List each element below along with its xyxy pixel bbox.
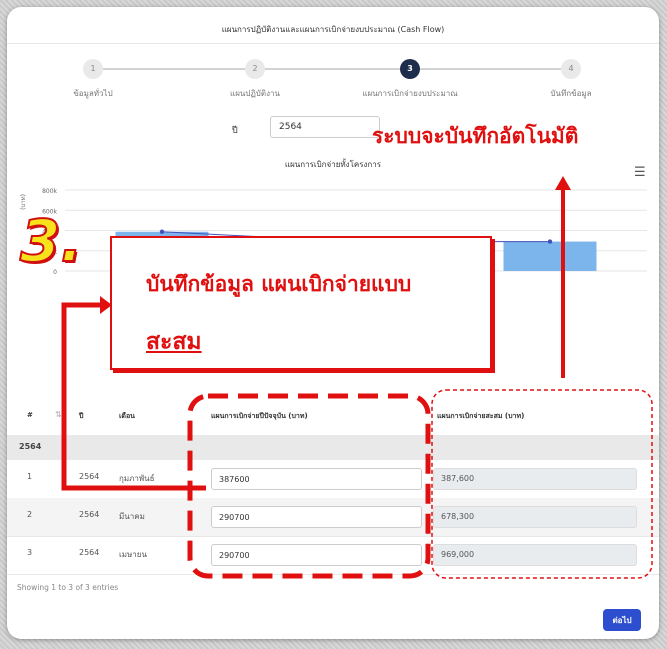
next-button[interactable]: ต่อไป xyxy=(603,609,641,631)
cumulative-amount: 387,600 xyxy=(433,468,637,490)
col-index-header[interactable]: # xyxy=(27,411,33,419)
row-index: 3 xyxy=(27,548,33,557)
col-year-header[interactable]: ปี xyxy=(79,411,83,422)
row-month: เมษายน xyxy=(119,550,147,559)
step-1-circle[interactable]: 1 xyxy=(83,59,103,79)
group-label: 2564 xyxy=(19,442,42,451)
col-month-header[interactable]: เดือน xyxy=(119,411,135,422)
year-label: ปี xyxy=(232,126,238,136)
current-amount-input[interactable] xyxy=(211,544,422,566)
modal-title: แผนการปฏิบัติงานและแผนการเบิกจ่ายงบประมา… xyxy=(221,25,445,34)
row-year: 2564 xyxy=(79,510,100,519)
stepper-track xyxy=(102,68,565,70)
step-number-badge: 3. xyxy=(19,207,83,275)
table-row: 3 2564 เมษายน 969,000 xyxy=(7,536,659,575)
step-1-label: ข้อมูลทั่วไป xyxy=(73,89,113,98)
sort-icon[interactable]: ⇅ xyxy=(55,410,62,419)
callout-line-2: สะสม xyxy=(146,329,202,355)
callout-box: บันทึกข้อมูล แผนเบิกจ่ายแบบ สะสม xyxy=(110,236,492,370)
auto-save-note: ระบบจะบันทึกอัตโนมัติ xyxy=(372,124,579,148)
col-current-header[interactable]: แผนการเบิกจ่ายปีปัจจุบัน (บาท) xyxy=(211,411,308,422)
row-index: 2 xyxy=(27,510,33,519)
step-4-circle[interactable]: 4 xyxy=(561,59,581,79)
row-month: กุมภาพันธ์ xyxy=(119,474,155,483)
current-amount-input[interactable] xyxy=(211,506,422,528)
row-index: 1 xyxy=(27,472,33,481)
group-row: 2564 xyxy=(7,435,659,460)
row-year: 2564 xyxy=(79,472,100,481)
step-3-circle[interactable]: 3 xyxy=(400,59,420,79)
cumulative-amount: 969,000 xyxy=(433,544,637,566)
line-point-3 xyxy=(547,239,553,244)
step-2-circle[interactable]: 2 xyxy=(245,59,265,79)
line-point-1 xyxy=(159,229,165,234)
y-tick-label: 800k xyxy=(42,188,57,195)
cumulative-amount: 678,300 xyxy=(433,506,637,528)
table-info: Showing 1 to 3 of 3 entries xyxy=(17,583,119,592)
current-amount-input[interactable] xyxy=(211,468,422,490)
col-cumulative-header[interactable]: แผนการเบิกจ่ายสะสม (บาท) xyxy=(437,411,524,422)
bar-3 xyxy=(503,241,597,271)
step-4-label: บันทึกข้อมูล xyxy=(550,89,592,98)
step-2-label: แผนปฏิบัติงาน xyxy=(230,89,280,98)
row-year: 2564 xyxy=(79,548,100,557)
title-divider xyxy=(7,43,659,44)
chart-title: แผนการเบิกจ่ายทั้งโครงการ xyxy=(284,160,382,169)
table-header: # ⇅ ปี เดือน แผนการเบิกจ่ายปีปัจจุบัน (บ… xyxy=(7,395,659,436)
year-input[interactable] xyxy=(270,116,380,138)
callout-line-1: บันทึกข้อมูล แผนเบิกจ่ายแบบ xyxy=(146,272,412,296)
table-row: 1 2564 กุมภาพันธ์ 387,600 xyxy=(7,460,659,499)
row-month: มีนาคม xyxy=(119,512,145,521)
step-3-label: แผนการเบิกจ่ายงบประมาณ xyxy=(362,89,458,98)
table-row: 2 2564 มีนาคม 678,300 xyxy=(7,498,659,537)
